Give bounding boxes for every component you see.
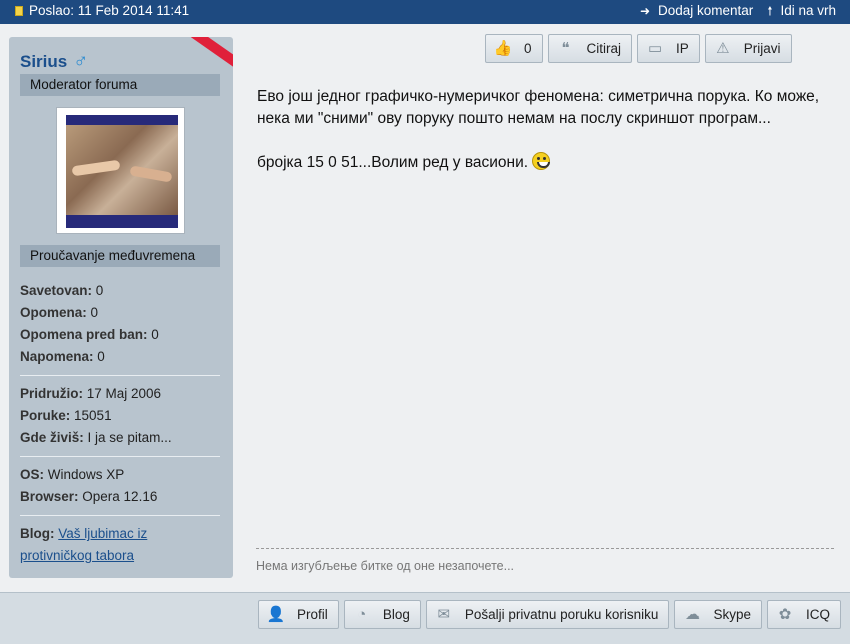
ip-label: IP — [676, 41, 689, 56]
post-date-text: Poslao: 11 Feb 2014 11:41 — [29, 3, 190, 18]
post-date: Poslao: 11 Feb 2014 11:41 — [15, 3, 190, 18]
user-stats-info: Pridružio: 17 Maj 2006 Poruke: 15051 Gde… — [20, 383, 172, 449]
blog-label: Blog: — [20, 526, 55, 541]
profile-label: Profil — [297, 607, 328, 622]
divider — [20, 375, 220, 376]
report-button[interactable]: ⚠ Prijavi — [704, 34, 792, 63]
stat-row: Gde živiš: I ja se pitam... — [20, 430, 172, 445]
blog-link[interactable]: Vaš ljubimac iz — [58, 526, 147, 541]
blog-link-continued[interactable]: protivničkog tabora — [20, 548, 134, 563]
post-body: Ево још једног графичко-нумеричког феном… — [257, 86, 837, 174]
stat-row: Poruke: 15051 — [20, 408, 112, 423]
post-actions: 👍 0 ❝ Citiraj ▭ IP ⚠ Prijavi — [485, 34, 792, 63]
signature-divider — [256, 548, 834, 549]
skype-button[interactable]: ☁ Skype — [674, 600, 762, 629]
add-comment-label: Dodaj komentar — [658, 3, 754, 18]
user-blog: Blog: Vaš ljubimac iz protivničkog tabor… — [20, 523, 147, 567]
document-icon — [15, 6, 23, 16]
avatar-image — [66, 115, 178, 228]
arrow-right-icon: ➜ — [639, 3, 650, 18]
icq-label: ICQ — [805, 607, 830, 622]
stat-row: Savetovan: 0 — [20, 283, 104, 298]
user-stats-system: OS: Windows XP Browser: Opera 12.16 — [20, 464, 157, 508]
like-button[interactable]: 👍 0 — [485, 34, 543, 63]
private-message-button[interactable]: ✉ Pošalji privatnu poruku korisniku — [425, 600, 670, 629]
report-label: Prijavi — [743, 41, 781, 56]
username[interactable]: Sirius ♂ — [20, 50, 88, 73]
stat-row: Opomena: 0 — [20, 305, 99, 320]
user-sidebar: Sirius ♂ Moderator foruma Proučavanje me… — [9, 37, 233, 578]
profile-icon: 👤 — [266, 605, 286, 623]
moderator-ribbon — [186, 37, 233, 75]
divider — [20, 515, 220, 516]
avatar — [56, 107, 185, 234]
monitor-icon: ▭ — [647, 39, 663, 57]
username-text: Sirius — [20, 51, 68, 71]
blog-label-btn: Blog — [382, 607, 410, 622]
quote-button[interactable]: ❝ Citiraj — [547, 34, 633, 63]
user-title: Proučavanje međuvremena — [20, 245, 220, 267]
signature: Нема изгубљење битке од оне незапочете..… — [256, 559, 515, 573]
male-icon: ♂ — [73, 50, 89, 72]
post-paragraph: Ево још једног графичко-нумеричког феном… — [257, 88, 820, 127]
smiley-icon — [532, 152, 551, 170]
user-stats-warnings: Savetovan: 0 Opomena: 0 Opomena pred ban… — [20, 280, 159, 368]
skype-icon: ☁ — [684, 605, 700, 623]
quote-label: Citiraj — [586, 41, 622, 56]
thumbs-up-icon: 👍 — [493, 39, 513, 57]
skype-label: Skype — [713, 607, 751, 622]
divider — [20, 456, 220, 457]
warning-icon: ⚠ — [716, 39, 730, 57]
blog-button[interactable]: ◔ Blog — [343, 600, 421, 629]
stat-row: Opomena pred ban: 0 — [20, 327, 159, 342]
ip-button[interactable]: ▭ IP — [637, 34, 700, 63]
like-count: 0 — [524, 41, 532, 56]
user-rank: Moderator foruma — [20, 74, 220, 96]
stat-row: Browser: Opera 12.16 — [20, 489, 158, 504]
profile-button[interactable]: 👤 Profil — [258, 600, 339, 629]
post-container: Sirius ♂ Moderator foruma Proučavanje me… — [0, 24, 850, 592]
envelope-icon: ✉ — [437, 605, 451, 623]
private-message-label: Pošalji privatnu poruku korisniku — [464, 607, 659, 622]
post-footer-bar: 👤 Profil ◔ Blog ✉ Pošalji privatnu poruk… — [0, 592, 850, 644]
icq-button[interactable]: ✿ ICQ — [766, 600, 841, 629]
stat-row: Napomena: 0 — [20, 349, 105, 364]
post-paragraph: бројка 15 0 51...Волим ред у васиони. — [257, 152, 837, 174]
go-to-top-link[interactable]: 🠕 Idi na vrh — [767, 3, 836, 18]
stat-row: OS: Windows XP — [20, 467, 125, 482]
quote-icon: ❝ — [561, 39, 570, 57]
stat-row: Pridružio: 17 Maj 2006 — [20, 386, 162, 401]
arrow-up-icon: 🠕 — [767, 3, 773, 18]
add-comment-link[interactable]: ➜ Dodaj komentar — [640, 3, 753, 18]
icq-flower-icon: ✿ — [778, 605, 792, 623]
rss-icon: ◔ — [357, 605, 367, 623]
go-to-top-label: Idi na vrh — [780, 3, 836, 18]
post-header-bar: Poslao: 11 Feb 2014 11:41 ➜ Dodaj koment… — [0, 0, 850, 24]
